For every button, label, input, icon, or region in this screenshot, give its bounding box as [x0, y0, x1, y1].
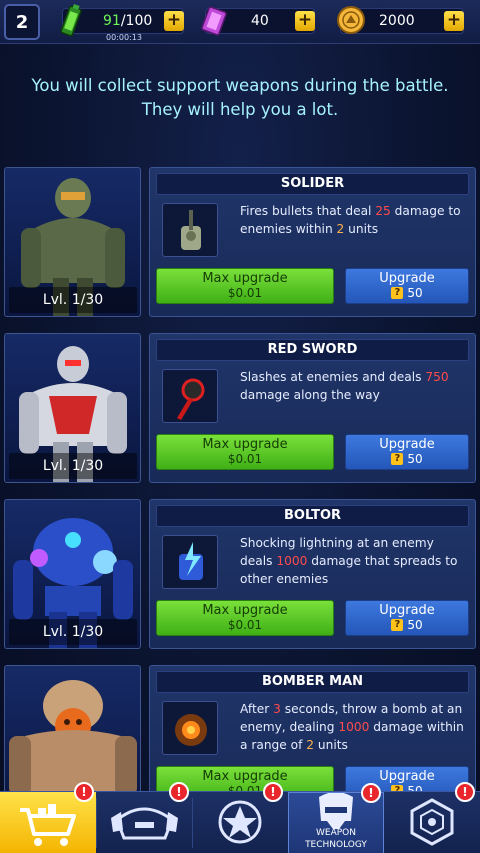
max-upgrade-button[interactable]: Max upgrade $0.01 — [156, 600, 334, 636]
max-upgrade-label: Max upgrade — [202, 271, 288, 286]
nav-badge: ! — [263, 782, 283, 802]
upgrade-label: Upgrade — [379, 437, 435, 452]
weapon-portrait[interactable]: Lvl. 1/30 — [4, 499, 141, 649]
weapon-thumbnail — [162, 701, 218, 755]
nav-tech[interactable]: ! — [385, 782, 480, 853]
max-upgrade-price: $0.01 — [227, 452, 263, 466]
top-bar: 2 91/100 + 00:00:13 40 + 2000 + — [0, 0, 480, 44]
add-energy-button[interactable]: + — [164, 11, 184, 31]
upgrade-button[interactable]: Upgrade ?50 — [345, 434, 469, 470]
max-upgrade-label: Max upgrade — [202, 437, 288, 452]
bomb-icon — [175, 714, 207, 746]
weapon-thumbnail — [162, 535, 218, 589]
nav-weapon-technology[interactable]: WEAPON TECHNOLOGY ! — [288, 783, 384, 853]
energy-resource: 91/100 + — [60, 3, 184, 37]
upgrade-label: Upgrade — [379, 603, 435, 618]
gems-value: 40 — [251, 13, 269, 29]
coins-resource: 2000 + — [337, 6, 464, 34]
nav-label: WEAPON TECHNOLOGY — [305, 828, 367, 850]
weapon-info-panel: BOLTOR Shocking lightning at an enemy de… — [149, 499, 476, 649]
mystery-currency-icon: ? — [391, 619, 404, 631]
nav-badge: ! — [455, 782, 475, 802]
weapon-thumbnail — [162, 203, 218, 257]
upgrade-cost: 50 — [407, 618, 423, 632]
weapon-level: Lvl. 1/30 — [9, 287, 137, 313]
intro-line-1: You will collect support weapons during … — [31, 76, 449, 95]
weapon-level: Lvl. 1/30 — [9, 453, 137, 479]
weapon-card-boltor: Lvl. 1/30 BOLTOR Shocking lightning at a… — [4, 499, 476, 649]
max-upgrade-label: Max upgrade — [202, 769, 288, 784]
upgrade-label: Upgrade — [379, 271, 435, 286]
max-upgrade-label: Max upgrade — [202, 603, 288, 618]
nav-badge: ! — [169, 782, 189, 802]
bottom-navigation: ! ! ! WEAPON TECHNOLOGY ! ! — [0, 782, 480, 853]
weapon-info-panel: SOLIDER Fires bullets that deal 25 damag… — [149, 167, 476, 317]
lightning-turret-icon — [179, 542, 203, 580]
intro-line-2: They will help you a lot. — [141, 100, 339, 119]
nav-badge: ! — [74, 782, 94, 802]
weapon-name: SOLIDER — [156, 173, 469, 195]
max-upgrade-price: $0.01 — [227, 286, 263, 300]
max-upgrade-button[interactable]: Max upgrade $0.01 — [156, 434, 334, 470]
gem-crystal-icon — [200, 4, 228, 42]
energy-battery-icon — [57, 3, 85, 42]
weapon-level: Lvl. 1/30 — [9, 619, 137, 645]
intro-text: You will collect support weapons during … — [20, 74, 460, 122]
add-coins-button[interactable]: + — [444, 11, 464, 31]
weapon-portrait[interactable]: Lvl. 1/30 — [4, 167, 141, 317]
weapon-description: Slashes at enemies and deals 750 damage … — [240, 370, 449, 402]
mystery-currency-icon: ? — [391, 453, 404, 465]
upgrade-cost: 50 — [407, 452, 423, 466]
coin-icon — [335, 4, 367, 40]
weapon-name: BOMBER MAN — [156, 671, 469, 693]
weapon-description: After 3 seconds, throw a bomb at an enem… — [240, 702, 464, 752]
upgrade-button[interactable]: Upgrade ?50 — [345, 268, 469, 304]
upgrade-cost: 50 — [407, 286, 423, 300]
weapon-thumbnail — [162, 369, 218, 423]
weapon-info-panel: RED SWORD Slashes at enemies and deals 7… — [149, 333, 476, 483]
red-sword-icon — [177, 378, 205, 420]
upgrade-label: Upgrade — [379, 769, 435, 784]
mystery-currency-icon: ? — [391, 287, 404, 299]
weapon-name: RED SWORD — [156, 339, 469, 361]
nav-shop[interactable]: ! — [0, 782, 96, 853]
upgrade-button[interactable]: Upgrade ?50 — [345, 600, 469, 636]
weapon-portrait[interactable]: Lvl. 1/30 — [4, 333, 141, 483]
turret-icon — [181, 210, 201, 250]
nav-armor[interactable]: ! — [97, 782, 192, 853]
weapon-name: BOLTOR — [156, 505, 469, 527]
coins-value: 2000 — [379, 13, 415, 29]
energy-timer: 00:00:13 — [106, 33, 142, 42]
weapon-description: Shocking lightning at an enemy deals 100… — [240, 536, 458, 586]
add-gems-button[interactable]: + — [295, 11, 315, 31]
max-upgrade-price: $0.01 — [227, 618, 263, 632]
max-upgrade-button[interactable]: Max upgrade $0.01 — [156, 268, 334, 304]
weapon-card-red-sword: Lvl. 1/30 RED SWORD Slashes at enemies a… — [4, 333, 476, 483]
gems-resource: 40 + — [201, 6, 315, 36]
energy-max: /100 — [120, 13, 153, 29]
energy-current: 91 — [103, 13, 121, 29]
weapon-description: Fires bullets that deal 25 damage to ene… — [240, 204, 461, 236]
weapon-card-solider: Lvl. 1/30 SOLIDER Fires bullets that dea… — [4, 167, 476, 317]
player-level-badge[interactable]: 2 — [4, 4, 40, 40]
nav-rank[interactable]: ! — [193, 782, 287, 853]
nav-badge: ! — [361, 783, 381, 803]
